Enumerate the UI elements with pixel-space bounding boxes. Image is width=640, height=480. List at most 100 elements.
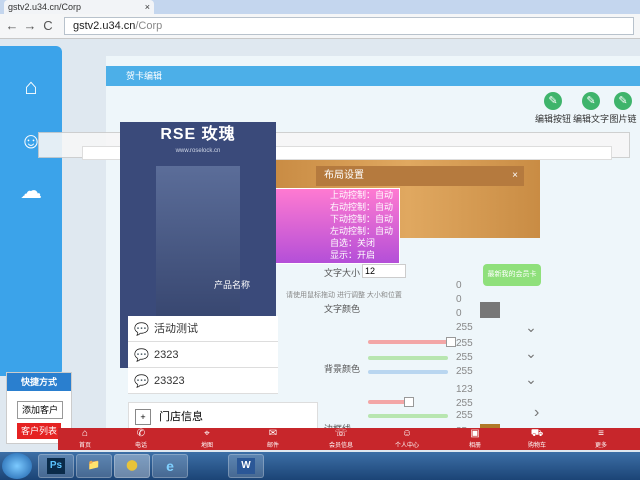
- home-icon[interactable]: ⌂: [16, 72, 46, 102]
- font-size-label: 文字大小: [324, 268, 361, 278]
- home-icon: ⌂: [81, 428, 89, 439]
- value-readout: 255: [456, 366, 473, 377]
- tool-label: 图片链: [609, 114, 637, 124]
- edit-text-icon: ✎: [582, 92, 600, 110]
- cloud-icon[interactable]: ☁: [16, 176, 46, 206]
- nav-label: 电话: [134, 443, 147, 449]
- album-nav-button[interactable]: ▣ 相册: [448, 428, 502, 450]
- back-icon[interactable]: ←: [4, 18, 20, 34]
- ie-icon: e: [166, 458, 174, 474]
- customer-list-button[interactable]: 客户列表: [17, 423, 61, 439]
- border-red-slider[interactable]: [368, 397, 414, 407]
- chevron-right-icon[interactable]: ›: [534, 404, 548, 424]
- list-item-label: 2323: [154, 349, 179, 361]
- tool-label: 编辑按钮: [534, 114, 571, 124]
- tool-label: 编辑文字: [572, 114, 609, 124]
- more-nav-button[interactable]: ≡ 更多: [574, 428, 628, 450]
- font-size-input[interactable]: 12: [362, 264, 406, 278]
- store-info-row[interactable]: + 门店信息: [128, 402, 318, 430]
- editor-header: 贺卡编辑: [106, 66, 640, 86]
- photoshop-icon: Ps: [47, 458, 65, 474]
- bg-green-slider[interactable]: [368, 356, 448, 360]
- user-icon: ☺: [401, 428, 413, 439]
- product-name: 产品名称: [214, 280, 251, 290]
- phone-nav-button[interactable]: ✆ 电话: [114, 428, 168, 450]
- member-nav-button[interactable]: ☏ 会员信息: [314, 428, 368, 450]
- value-readout: 123: [456, 384, 473, 395]
- nav-label: 相册: [468, 443, 481, 449]
- brand-tagline: www.roselock.cn: [175, 148, 221, 154]
- taskbar-ie[interactable]: e: [152, 454, 188, 478]
- layout-dialog-label: 布局设置: [324, 170, 364, 181]
- chevron-down-icon[interactable]: ⌄: [522, 344, 540, 362]
- taskbar-word[interactable]: W: [228, 454, 264, 478]
- value-readout: 0: [456, 308, 462, 319]
- layout-row: 显示：开启: [330, 250, 376, 260]
- list-item[interactable]: 💬 2323: [128, 342, 278, 368]
- start-button[interactable]: [2, 453, 32, 479]
- preview-note: 请使用鼠标拖动 进行调整 大小和位置: [286, 292, 402, 299]
- list-item-label: 活动测试: [154, 323, 198, 335]
- forward-icon[interactable]: →: [22, 18, 38, 34]
- value-readout: 255: [456, 322, 473, 333]
- nav-label: 地图: [200, 443, 213, 449]
- edit-buttons-icon: ✎: [544, 92, 562, 110]
- close-icon[interactable]: ×: [512, 166, 518, 186]
- member-card-button[interactable]: 最新我的会员卡: [483, 264, 541, 286]
- tab-title: gstv2.u34.cn/Corp: [8, 2, 82, 12]
- chevron-down-icon[interactable]: ⌄: [522, 318, 540, 336]
- profile-nav-button[interactable]: ☺ 个人中心: [380, 428, 434, 450]
- bottom-nav-bar: ⌂ 首页 ✆ 电话 ⌖ 地图 ✉ 邮件 ☏ 会员信息 ☺ 个人中心 ▣ 相册 ⛟ 购物车 ≡ 更多: [58, 428, 640, 450]
- map-nav-button[interactable]: ⌖ 地图: [180, 428, 234, 450]
- album-icon: ▣: [470, 428, 480, 439]
- nav-label: 邮件: [266, 443, 279, 449]
- chrome-icon: ⬤: [126, 460, 138, 471]
- address-path: /Corp: [135, 20, 163, 32]
- brand-logo: RSE 玫瑰: [160, 126, 236, 143]
- nav-label: 更多: [594, 443, 607, 449]
- taskbar: Ps 📁 ⬤ e W: [0, 452, 640, 480]
- image-link-tool[interactable]: ✎ 图片链: [606, 92, 640, 126]
- image-link-icon: ✎: [614, 92, 632, 110]
- taskbar-chrome[interactable]: ⬤: [114, 454, 150, 478]
- list-item[interactable]: 💬 23323: [128, 368, 278, 394]
- taskbar-photoshop[interactable]: Ps: [38, 454, 74, 478]
- value-readout: 255: [456, 338, 473, 349]
- value-readout: 255: [456, 410, 473, 421]
- address-host: gstv2.u34.cn: [73, 20, 136, 32]
- taskbar-explorer[interactable]: 📁: [76, 454, 112, 478]
- store-info-label: 门店信息: [159, 411, 203, 423]
- home-nav-button[interactable]: ⌂ 首页: [58, 428, 112, 450]
- chat-icon: 💬: [134, 374, 149, 388]
- chat-icon: 💬: [134, 322, 149, 336]
- value-readout: 255: [456, 398, 473, 409]
- browser-tab[interactable]: gstv2.u34.cn/Corp ×: [4, 0, 154, 14]
- bg-blue-slider[interactable]: [368, 370, 448, 374]
- cart-nav-button[interactable]: ⛟ 购物车: [510, 428, 564, 450]
- text-color-label: 文字颜色: [324, 304, 361, 314]
- phone-icon: ✆: [136, 428, 146, 439]
- nav-label: 购物车: [527, 443, 546, 449]
- value-readout: 255: [456, 352, 473, 363]
- browser-toolbar: ← → C gstv2.u34.cn/Corp: [0, 14, 640, 39]
- chat-icon: ☏: [334, 428, 348, 439]
- reload-icon[interactable]: C: [40, 18, 56, 34]
- cart-icon: ⛟: [530, 428, 544, 439]
- border-green-slider[interactable]: [368, 414, 448, 418]
- chevron-down-icon[interactable]: ⌄: [522, 370, 540, 388]
- bg-red-slider[interactable]: [368, 337, 456, 347]
- nav-label: 首页: [78, 443, 91, 449]
- add-customer-button[interactable]: 添加客户: [17, 401, 63, 419]
- left-nav: ⌂ ☺ ☁: [0, 46, 62, 376]
- tab-close-icon[interactable]: ×: [145, 0, 150, 14]
- quick-panel-title: 快捷方式: [7, 373, 71, 391]
- nav-label: 会员信息: [328, 443, 353, 449]
- list-item[interactable]: 💬 活动测试: [128, 316, 278, 342]
- layout-dialog-title: 布局设置 ×: [316, 166, 524, 186]
- word-icon: W: [237, 458, 255, 474]
- mail-nav-button[interactable]: ✉ 邮件: [246, 428, 300, 450]
- folder-icon: 📁: [87, 460, 101, 471]
- chat-icon: 💬: [134, 348, 149, 362]
- address-bar[interactable]: gstv2.u34.cn/Corp: [64, 17, 634, 35]
- text-color-swatch[interactable]: [480, 302, 500, 318]
